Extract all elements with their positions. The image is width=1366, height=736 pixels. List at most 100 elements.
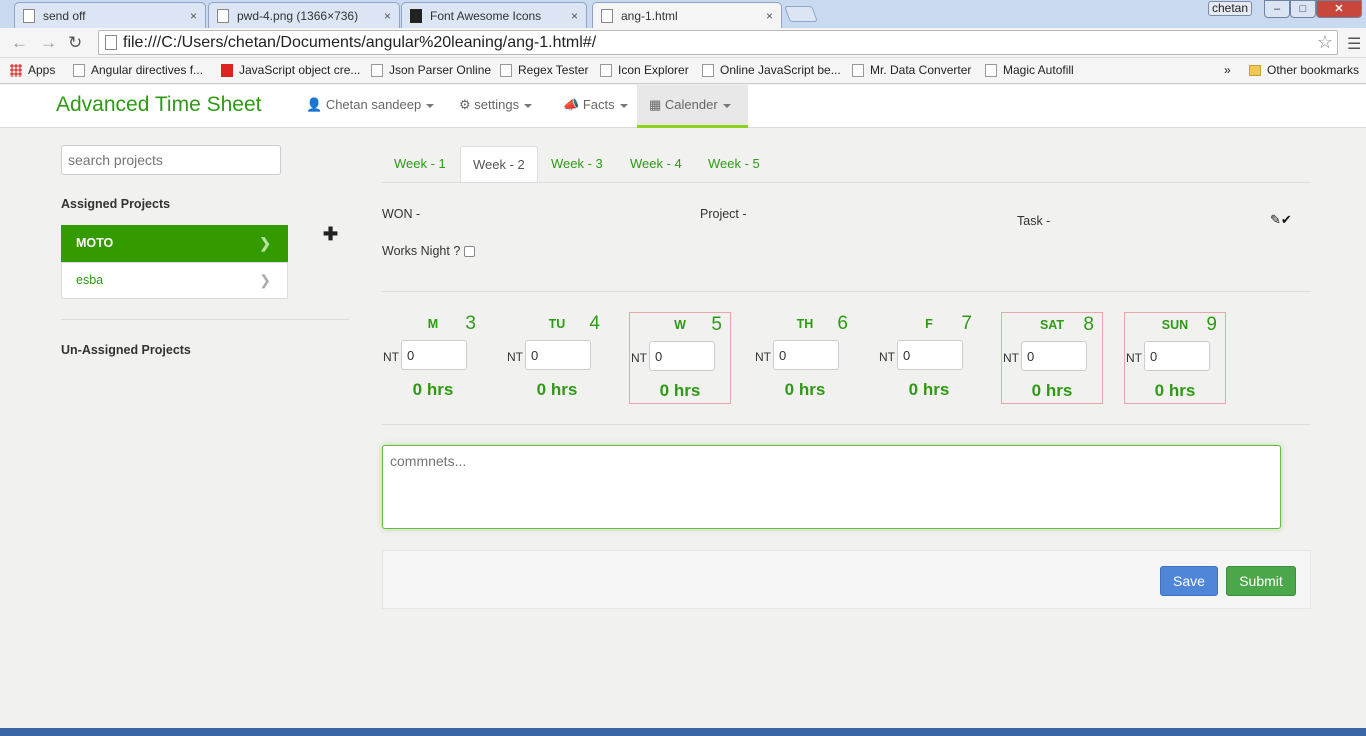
tab-title: send off <box>43 8 86 23</box>
chevron-right-icon: ❯ <box>259 272 271 288</box>
nav-calender-dropdown[interactable]: ▦ Calender <box>637 85 748 128</box>
project-label: Project - <box>700 207 747 221</box>
nav-facts-dropdown[interactable]: 📣 Facts <box>551 85 640 128</box>
nt-input[interactable] <box>773 340 839 370</box>
save-button[interactable]: Save <box>1160 566 1218 596</box>
bookmark-mr-data[interactable]: Mr. Data Converter <box>852 63 971 77</box>
assigned-projects-heading: Assigned Projects <box>61 197 171 211</box>
bookmark-angular[interactable]: Angular directives f... <box>73 63 203 77</box>
unassigned-projects-heading: Un-Assigned Projects <box>61 343 191 357</box>
tab-week-3[interactable]: Week - 3 <box>539 146 615 183</box>
nt-label: NT <box>631 351 647 365</box>
check-icon[interactable]: ✔ <box>1281 212 1292 227</box>
minimize-icon[interactable]: – <box>1264 0 1290 18</box>
bookmark-label: Other bookmarks <box>1267 63 1360 77</box>
address-bar[interactable]: file:///C:/Users/chetan/Documents/angula… <box>98 30 1338 55</box>
day-hours: 0 hrs <box>536 380 578 399</box>
nav-facts-label: Facts <box>582 97 615 112</box>
nav-user-dropdown[interactable]: 👤 Chetan sandeep <box>294 85 446 128</box>
new-tab-button[interactable] <box>784 6 818 22</box>
browser-titlebar: send off × pwd-4.png (1366×736) × Font A… <box>0 0 1366 29</box>
project-item-esba[interactable]: esba ❯ <box>61 262 288 299</box>
tab-title: pwd-4.png (1366×736) <box>237 8 359 23</box>
close-icon[interactable]: × <box>384 9 391 23</box>
bookmarks-overflow[interactable]: » <box>1224 63 1231 77</box>
works-night-checkbox[interactable] <box>464 246 476 258</box>
bookmark-regex-tester[interactable]: Regex Tester <box>500 63 588 77</box>
tabs-divider <box>382 182 1311 183</box>
day-hours: 0 hrs <box>908 380 950 399</box>
tab-week-2[interactable]: Week - 2 <box>460 146 538 183</box>
nt-input[interactable] <box>401 340 467 370</box>
nt-label: NT <box>755 350 771 364</box>
caret-down-icon <box>524 103 533 108</box>
nav-user-label: Chetan sandeep <box>325 97 422 112</box>
bookmark-label: Online JavaScript be... <box>720 63 841 77</box>
day-card-wednesday: W 5 NT 0 hrs <box>629 312 731 404</box>
caret-down-icon <box>722 103 731 108</box>
close-icon[interactable]: × <box>190 9 197 23</box>
tab-week-4[interactable]: Week - 4 <box>618 146 694 183</box>
browser-tab-font-awesome[interactable]: Font Awesome Icons × <box>401 2 587 28</box>
tab-title: Font Awesome Icons <box>430 8 542 23</box>
day-date: 8 <box>1083 314 1094 335</box>
flag-icon <box>410 8 422 23</box>
nt-label: NT <box>383 350 399 364</box>
profile-badge[interactable]: chetan <box>1208 1 1252 16</box>
works-night-row: Works Night ? <box>382 244 476 258</box>
nt-input[interactable] <box>525 340 591 370</box>
browser-tab-send-off[interactable]: send off × <box>14 2 206 28</box>
nt-input[interactable] <box>1021 341 1087 371</box>
browser-tab-ang-1[interactable]: ang-1.html × <box>592 2 782 29</box>
nav-settings-dropdown[interactable]: ⚙ settings <box>447 85 544 128</box>
search-projects-input[interactable] <box>61 145 281 175</box>
bookmark-magic-autofill[interactable]: Magic Autofill <box>985 63 1074 77</box>
bookmark-apps[interactable]: Apps <box>10 63 55 77</box>
bookmark-json-parser[interactable]: Json Parser Online <box>371 63 491 77</box>
caret-down-icon <box>619 103 628 108</box>
nt-input[interactable] <box>897 340 963 370</box>
submit-button[interactable]: Submit <box>1226 566 1296 596</box>
main-content: Assigned Projects MOTO ❯ esba ❯ ✚ Un-Ass… <box>0 128 1366 736</box>
bookmark-other[interactable]: Other bookmarks <box>1249 63 1359 77</box>
close-window-icon[interactable]: ✕ <box>1316 0 1362 18</box>
pencil-icon[interactable]: ✎ <box>1270 212 1281 227</box>
regex-icon <box>500 63 512 77</box>
browser-tab-pwd-4[interactable]: pwd-4.png (1366×736) × <box>208 2 400 28</box>
browser-toolbar: ← → ↻ file:///C:/Users/chetan/Documents/… <box>0 28 1366 58</box>
bookmark-star-icon[interactable]: ☆ <box>1317 31 1333 54</box>
nt-label: NT <box>507 350 523 364</box>
maximize-icon[interactable]: □ <box>1290 0 1316 18</box>
app-brand[interactable]: Advanced Time Sheet <box>56 93 261 117</box>
forward-icon[interactable]: → <box>40 33 57 53</box>
nav-settings-label: settings <box>474 97 520 112</box>
comments-textarea[interactable] <box>382 445 1281 529</box>
caret-down-icon <box>426 103 435 108</box>
project-item-moto[interactable]: MOTO ❯ <box>61 225 288 262</box>
url-text: file:///C:/Users/chetan/Documents/angula… <box>123 34 597 51</box>
add-project-icon[interactable]: ✚ <box>323 224 338 245</box>
reload-icon[interactable]: ↻ <box>68 33 82 53</box>
bookmark-online-js[interactable]: Online JavaScript be... <box>702 63 841 77</box>
menu-icon[interactable]: ☰ <box>1347 34 1361 54</box>
page-icon <box>105 35 117 50</box>
day-hours: 0 hrs <box>412 380 454 399</box>
tab-week-5[interactable]: Week - 5 <box>696 146 772 183</box>
nt-input[interactable] <box>1144 341 1210 371</box>
gear-icon: ⚙ <box>459 97 471 112</box>
apps-grid-icon <box>10 63 22 77</box>
bookmark-icon-explorer[interactable]: Icon Explorer <box>600 63 689 77</box>
nt-input[interactable] <box>649 341 715 371</box>
close-icon[interactable]: × <box>571 9 578 23</box>
project-name: esba <box>76 273 104 287</box>
bookmark-label: JavaScript object cre... <box>239 63 361 77</box>
nt-label: NT <box>1126 351 1142 365</box>
os-taskbar <box>0 728 1366 736</box>
magnifier-icon <box>600 63 612 77</box>
tab-week-1[interactable]: Week - 1 <box>382 146 458 183</box>
close-icon[interactable]: × <box>766 9 773 23</box>
bookmark-label: Regex Tester <box>518 63 589 77</box>
bookmark-js-object[interactable]: JavaScript object cre... <box>221 63 360 77</box>
back-icon[interactable]: ← <box>11 33 28 53</box>
day-date: 5 <box>711 314 722 335</box>
